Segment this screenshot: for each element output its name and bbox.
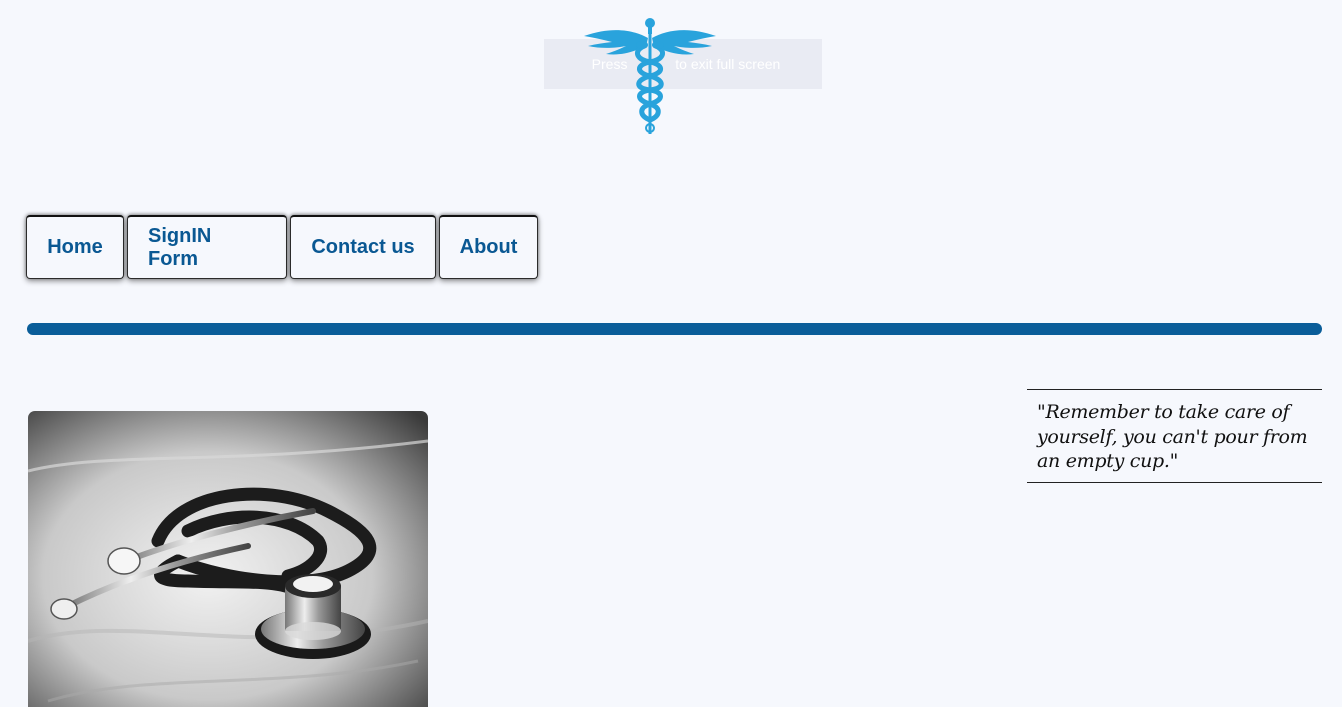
caduceus-icon (582, 16, 718, 138)
header-divider (27, 323, 1322, 335)
nav-home-button[interactable]: Home (26, 215, 124, 279)
main-nav: Home SignIN Form Contact us About (26, 215, 538, 279)
stethoscope-photo (28, 411, 428, 707)
quote-block: "Remember to take care of yourself, you … (1027, 389, 1322, 483)
page: Press to exit full screen Home SignIN Fo… (0, 0, 1342, 707)
quote-text: "Remember to take care of yourself, you … (1037, 401, 1308, 472)
nav-contact-us-button[interactable]: Contact us (290, 215, 436, 279)
nav-about-button[interactable]: About (439, 215, 538, 279)
nav-signin-form-button[interactable]: SignIN Form (127, 215, 287, 279)
